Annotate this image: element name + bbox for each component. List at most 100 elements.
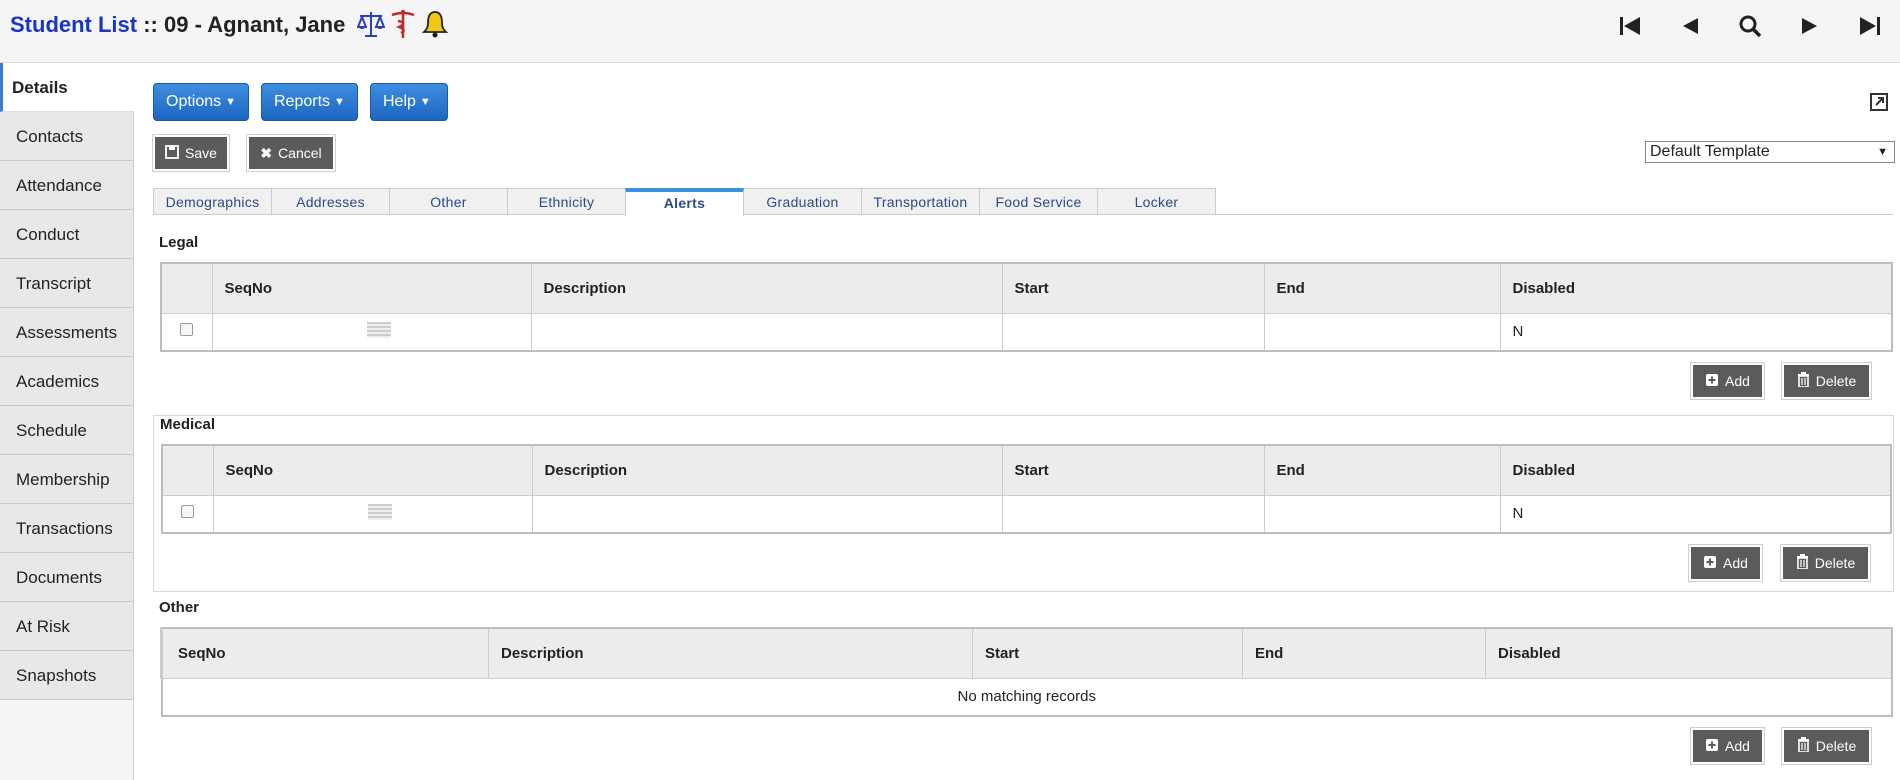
other-delete-button[interactable]: Delete — [1782, 728, 1871, 764]
column-header-seqno[interactable]: SeqNo — [212, 444, 533, 496]
next-record-icon[interactable] — [1780, 12, 1840, 40]
other-add-button[interactable]: Add — [1691, 728, 1764, 764]
add-label: Add — [1725, 373, 1750, 389]
first-record-icon[interactable] — [1600, 12, 1660, 40]
cancel-label: Cancel — [278, 145, 322, 161]
legal-section-title: Legal — [159, 234, 199, 251]
student-name: 09 - Agnant, Jane — [164, 12, 346, 37]
main-content: Options ▼ Reports ▼ Help ▼ Save ✖ Cancel De… — [134, 63, 1900, 780]
tab-alerts[interactable]: Alerts — [625, 188, 744, 216]
template-select[interactable]: Default Template ▼ — [1645, 141, 1895, 163]
tab-graduation[interactable]: Graduation — [743, 188, 862, 214]
tab-transportation[interactable]: Transportation — [861, 188, 980, 214]
row-checkbox[interactable] — [181, 505, 194, 519]
last-record-icon[interactable] — [1840, 12, 1900, 40]
medical-add-button[interactable]: Add — [1689, 545, 1762, 581]
start-cell[interactable] — [1001, 312, 1265, 352]
sidebar-item-attendance[interactable]: Attendance — [0, 161, 133, 210]
sidebar-item-membership[interactable]: Membership — [0, 455, 133, 504]
row-select-cell — [161, 494, 214, 534]
sidebar-item-academics[interactable]: Academics — [0, 357, 133, 406]
sidebar-item-at-risk[interactable]: At Risk — [0, 602, 133, 651]
caret-down-icon: ▼ — [225, 96, 237, 108]
column-header-seqno[interactable]: SeqNo — [160, 627, 489, 679]
column-header-seqno[interactable]: SeqNo — [211, 262, 532, 314]
drag-handle-icon[interactable] — [366, 321, 391, 338]
cancel-button[interactable]: ✖ Cancel — [247, 135, 335, 171]
tab-divider — [153, 214, 1893, 215]
column-header-end[interactable]: End — [1263, 444, 1501, 496]
column-header-end[interactable]: End — [1263, 262, 1501, 314]
seqno-cell[interactable] — [212, 494, 533, 534]
tab-locker[interactable]: Locker — [1097, 188, 1216, 214]
sidebar-item-conduct[interactable]: Conduct — [0, 210, 133, 259]
table-header-row: SeqNo Description Start End Disabled — [161, 444, 1892, 496]
medical-section-title: Medical — [160, 416, 216, 433]
table-row[interactable]: N — [160, 312, 1893, 352]
tab-addresses[interactable]: Addresses — [271, 188, 390, 214]
other-grid: SeqNo Description Start End Disabled No … — [160, 627, 1893, 717]
legal-delete-button[interactable]: Delete — [1782, 363, 1871, 399]
disabled-cell[interactable]: N — [1499, 494, 1892, 534]
options-button[interactable]: Options ▼ — [153, 83, 249, 121]
medical-grid: SeqNo Description Start End Disabled N — [161, 444, 1892, 534]
select-column-header — [161, 444, 214, 496]
legal-add-button[interactable]: Add — [1691, 363, 1764, 399]
trash-icon — [1797, 737, 1810, 755]
bell-icon[interactable] — [421, 9, 449, 39]
column-header-start[interactable]: Start — [1001, 262, 1265, 314]
column-header-end[interactable]: End — [1242, 627, 1486, 679]
table-header-row: SeqNo Description Start End Disabled — [160, 262, 1893, 314]
sidebar-item-documents[interactable]: Documents — [0, 553, 133, 602]
legal-scale-icon[interactable] — [356, 9, 386, 39]
sidebar-item-transactions[interactable]: Transactions — [0, 504, 133, 553]
sidebar-item-snapshots[interactable]: Snapshots — [0, 651, 133, 700]
search-icon[interactable] — [1720, 12, 1780, 40]
save-button[interactable]: Save — [153, 135, 229, 171]
medical-caduceus-icon[interactable] — [389, 9, 417, 39]
column-header-disabled[interactable]: Disabled — [1499, 262, 1893, 314]
row-checkbox[interactable] — [180, 323, 193, 337]
column-header-description[interactable]: Description — [530, 262, 1003, 314]
column-header-disabled[interactable]: Disabled — [1499, 444, 1892, 496]
description-cell[interactable] — [531, 494, 1003, 534]
start-cell[interactable] — [1001, 494, 1265, 534]
help-button[interactable]: Help ▼ — [370, 83, 448, 121]
student-list-link[interactable]: Student List — [10, 12, 137, 37]
description-cell[interactable] — [530, 312, 1003, 352]
tab-bar: Demographics Addresses Other Ethnicity A… — [153, 188, 1216, 216]
trash-icon — [1797, 372, 1810, 390]
column-header-start[interactable]: Start — [972, 627, 1243, 679]
tab-other[interactable]: Other — [389, 188, 508, 214]
column-header-description[interactable]: Description — [531, 444, 1003, 496]
table-row[interactable]: N — [161, 494, 1892, 534]
popout-icon[interactable] — [1870, 93, 1888, 111]
tab-food-service[interactable]: Food Service — [979, 188, 1098, 214]
medical-delete-button[interactable]: Delete — [1781, 545, 1870, 581]
sidebar-item-schedule[interactable]: Schedule — [0, 406, 133, 455]
column-header-description[interactable]: Description — [488, 627, 973, 679]
end-cell[interactable] — [1263, 494, 1501, 534]
alert-icons — [356, 9, 449, 39]
column-header-start[interactable]: Start — [1001, 444, 1265, 496]
end-cell[interactable] — [1263, 312, 1501, 352]
plus-icon — [1703, 555, 1717, 572]
sidebar-item-contacts[interactable]: Contacts — [0, 112, 133, 161]
add-label: Add — [1725, 738, 1750, 754]
sidebar-item-details[interactable]: Details — [0, 63, 134, 112]
seqno-cell[interactable] — [211, 312, 532, 352]
previous-record-icon[interactable] — [1660, 12, 1720, 40]
reports-button[interactable]: Reports ▼ — [261, 83, 358, 121]
trash-icon — [1796, 554, 1809, 572]
disabled-cell[interactable]: N — [1499, 312, 1893, 352]
select-column-header — [160, 262, 213, 314]
drag-handle-icon[interactable] — [367, 503, 392, 520]
sidebar-item-transcript[interactable]: Transcript — [0, 259, 133, 308]
add-label: Add — [1723, 555, 1748, 571]
legal-grid: SeqNo Description Start End Disabled N — [160, 262, 1893, 352]
sidebar-item-assessments[interactable]: Assessments — [0, 308, 133, 357]
tab-ethnicity[interactable]: Ethnicity — [507, 188, 626, 214]
tab-demographics[interactable]: Demographics — [153, 188, 272, 214]
other-section-title: Other — [159, 599, 200, 616]
column-header-disabled[interactable]: Disabled — [1485, 627, 1893, 679]
